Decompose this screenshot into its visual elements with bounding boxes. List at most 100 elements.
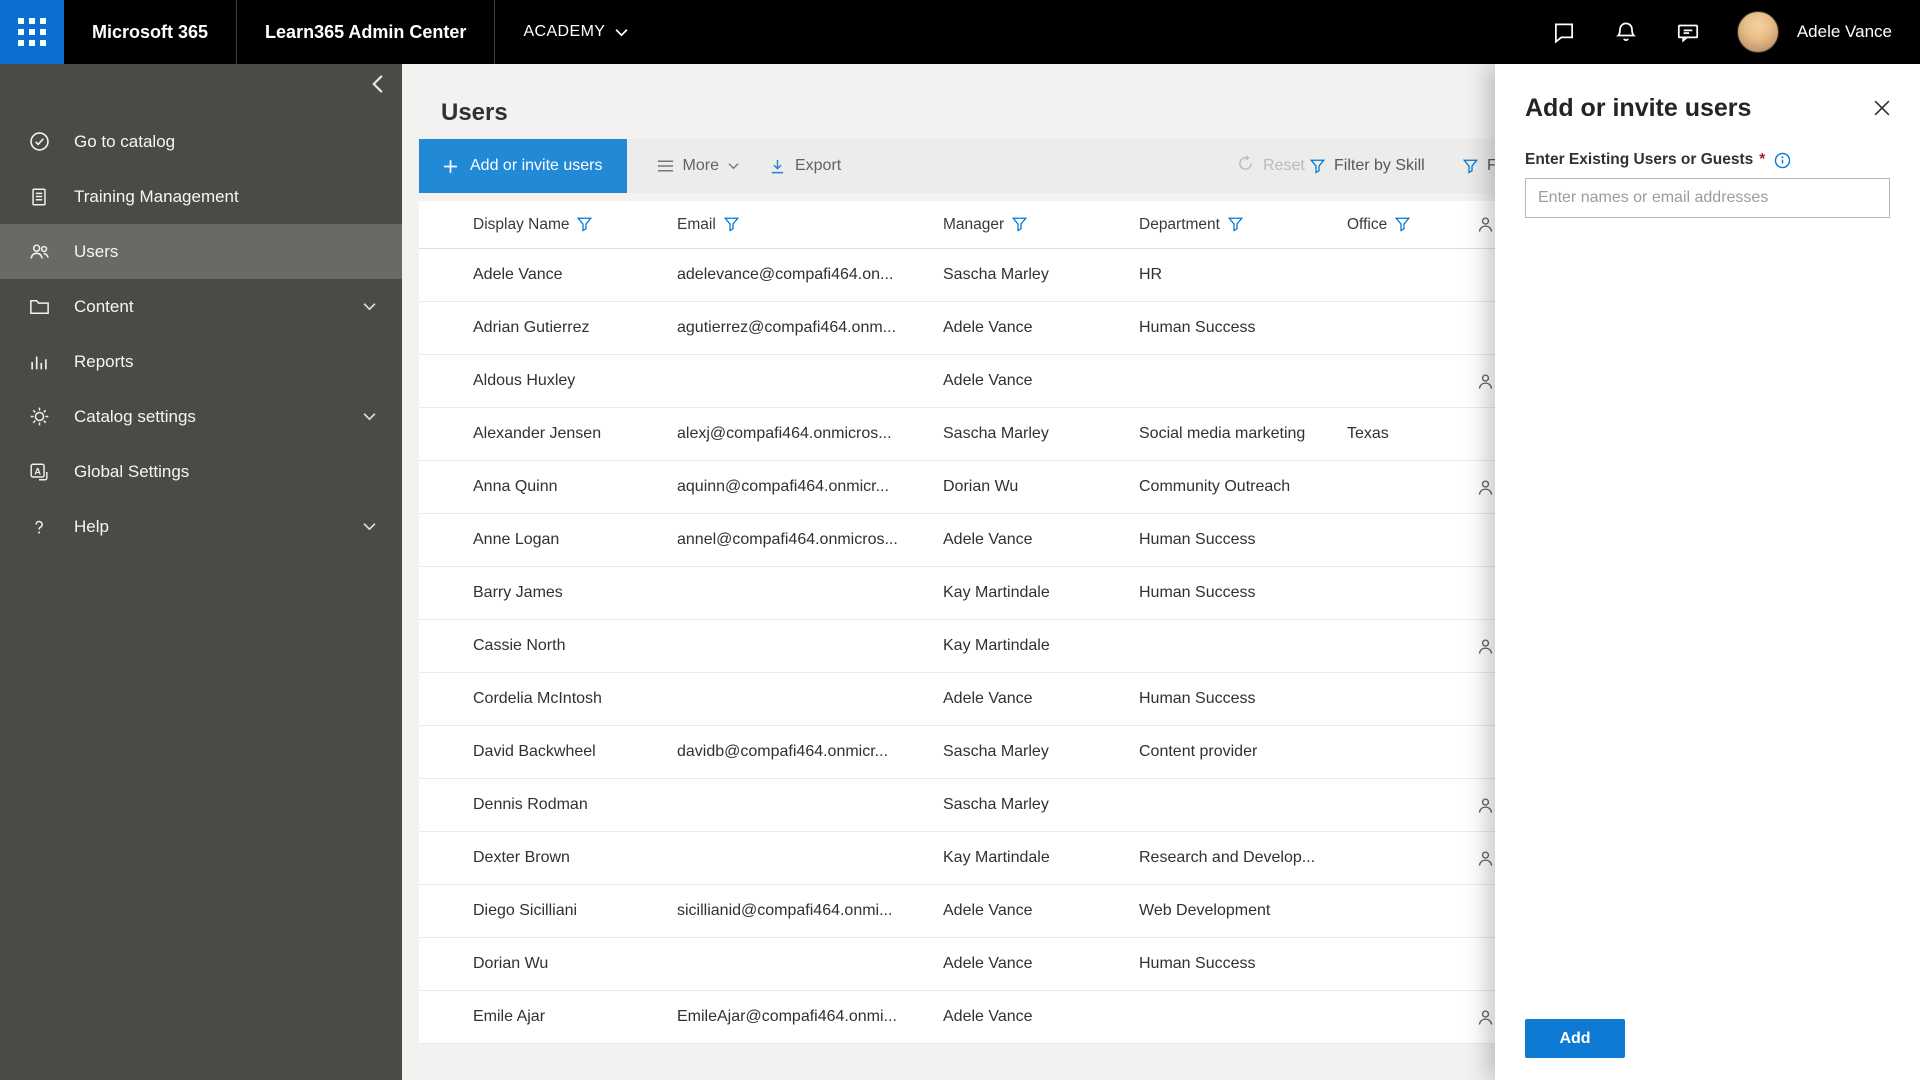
cell-department: Human Success: [1139, 319, 1256, 336]
filter-by-skill-button[interactable]: Filter by Skill: [1310, 139, 1425, 193]
tenant-label: ACADEMY: [523, 23, 606, 40]
cell-manager: Sascha Marley: [943, 266, 1049, 283]
sidebar-item-users[interactable]: Users: [0, 224, 402, 279]
reset-icon: [1237, 155, 1254, 177]
app-title[interactable]: Learn365 Admin Center: [237, 22, 494, 43]
column-header-email: Email: [677, 216, 943, 234]
filter-icon[interactable]: [1395, 217, 1411, 232]
cell-display-name: Barry James: [473, 584, 563, 601]
cell-department: Human Success: [1139, 584, 1256, 601]
person-icon: [1476, 215, 1495, 234]
cell-display-name: Cordelia McIntosh: [473, 690, 602, 707]
cell-email: adelevance@compafi464.on...: [677, 266, 894, 283]
cell-manager: Kay Martindale: [943, 637, 1050, 654]
sidebar-item-label: Help: [74, 516, 109, 536]
close-panel-button[interactable]: [1874, 100, 1890, 116]
topbar: Microsoft 365 Learn365 Admin Center ACAD…: [0, 0, 1920, 64]
chevron-down-icon: [615, 28, 628, 37]
filter-icon[interactable]: [1227, 217, 1243, 232]
chat-icon[interactable]: [1551, 19, 1577, 45]
field-label: Enter Existing Users or Guests *: [1525, 151, 1890, 169]
chevron-down-icon: [363, 302, 376, 311]
filter-icon[interactable]: [577, 217, 593, 232]
user-name[interactable]: Adele Vance: [1797, 22, 1892, 42]
info-icon[interactable]: [1774, 152, 1791, 169]
bell-icon[interactable]: [1613, 19, 1639, 45]
filter-partial-button[interactable]: F: [1463, 139, 1497, 193]
sidebar-item-content[interactable]: Content: [0, 279, 402, 334]
svg-text:A: A: [34, 466, 41, 476]
cell-email: aquinn@compafi464.onmicr...: [677, 478, 889, 495]
chevron-left-icon: [371, 74, 384, 94]
chevron-down-icon: [728, 162, 739, 170]
cell-manager: Adele Vance: [943, 372, 1033, 389]
export-button[interactable]: Export: [769, 157, 841, 175]
cell-manager: Kay Martindale: [943, 584, 1050, 601]
download-icon: [769, 158, 786, 175]
column-header-department: Department: [1139, 216, 1347, 234]
cell-manager: Adele Vance: [943, 690, 1033, 707]
sidebar-item-help[interactable]: Help: [0, 499, 402, 554]
panel-title: Add or invite users: [1525, 94, 1752, 122]
cell-display-name: Aldous Huxley: [473, 372, 576, 389]
cell-department: Human Success: [1139, 955, 1256, 972]
brand-title[interactable]: Microsoft 365: [64, 22, 236, 43]
cell-manager: Adele Vance: [943, 902, 1033, 919]
sidebar-item-label: Go to catalog: [74, 131, 176, 151]
sidebar-nav: Go to catalog Training Management Users Con…: [0, 114, 402, 554]
cell-department: Web Development: [1139, 902, 1271, 919]
cell-manager: Sascha Marley: [943, 743, 1049, 760]
sidebar-item-go-to-catalog[interactable]: Go to catalog: [0, 114, 402, 169]
cell-manager: Adele Vance: [943, 319, 1033, 336]
filter-icon[interactable]: [723, 217, 739, 232]
sidebar-item-label: Content: [74, 296, 134, 316]
cell-display-name: Cassie North: [473, 637, 566, 654]
check-circle-icon: [26, 130, 52, 153]
reset-button[interactable]: Reset: [1237, 139, 1305, 193]
sidebar-item-global-settings[interactable]: A Global Settings: [0, 444, 402, 499]
cell-display-name: Adele Vance: [473, 266, 563, 283]
tenant-selector[interactable]: ACADEMY: [495, 23, 656, 41]
add-invite-users-panel: Add or invite users Enter Existing Users…: [1495, 64, 1920, 1080]
sidebar-item-label: Global Settings: [74, 461, 190, 481]
cell-email: EmileAjar@compafi464.onmi...: [677, 1008, 897, 1025]
cell-display-name: David Backwheel: [473, 743, 596, 760]
cell-department: Human Success: [1139, 531, 1256, 548]
cell-manager: Adele Vance: [943, 1008, 1033, 1025]
cell-email: sicillianid@compafi464.onmi...: [677, 902, 893, 919]
plus-icon: [443, 159, 458, 174]
chevron-down-icon: [363, 412, 376, 421]
folder-icon: [26, 295, 52, 318]
cell-department: Content provider: [1139, 743, 1258, 760]
cell-office: Texas: [1347, 425, 1389, 442]
sidebar-item-reports[interactable]: Reports: [0, 334, 402, 389]
sidebar-item-catalog-settings[interactable]: Catalog settings: [0, 389, 402, 444]
add-button[interactable]: Add: [1525, 1019, 1625, 1058]
avatar[interactable]: [1736, 11, 1779, 53]
users-input[interactable]: [1525, 178, 1890, 218]
cell-display-name: Emile Ajar: [473, 1008, 546, 1025]
feedback-icon[interactable]: [1675, 19, 1701, 45]
cell-display-name: Dexter Brown: [473, 849, 570, 866]
column-header-office: Office: [1347, 216, 1476, 234]
waffle-icon: [18, 18, 46, 46]
sidebar-item-label: Reports: [74, 351, 134, 371]
app-launcher-button[interactable]: [0, 0, 64, 64]
cell-manager: Dorian Wu: [943, 478, 1019, 495]
column-header-display-name: Display Name: [473, 216, 677, 234]
cell-department: Community Outreach: [1139, 478, 1291, 495]
cell-manager: Sascha Marley: [943, 796, 1049, 813]
sidebar-item-label: Training Management: [74, 186, 239, 206]
collapse-sidebar-button[interactable]: [371, 74, 384, 94]
funnel-icon: [1310, 159, 1325, 174]
column-header-manager: Manager: [943, 216, 1139, 234]
filter-icon[interactable]: [1012, 217, 1028, 232]
add-or-invite-users-button[interactable]: Add or invite users: [419, 139, 627, 193]
gear-icon: [26, 405, 52, 428]
cell-email: davidb@compafi464.onmicr...: [677, 743, 889, 760]
required-marker: *: [1759, 151, 1766, 168]
hamburger-icon: [657, 159, 674, 173]
sidebar-item-training-management[interactable]: Training Management: [0, 169, 402, 224]
cell-display-name: Dorian Wu: [473, 955, 549, 972]
more-button[interactable]: More: [657, 157, 739, 175]
